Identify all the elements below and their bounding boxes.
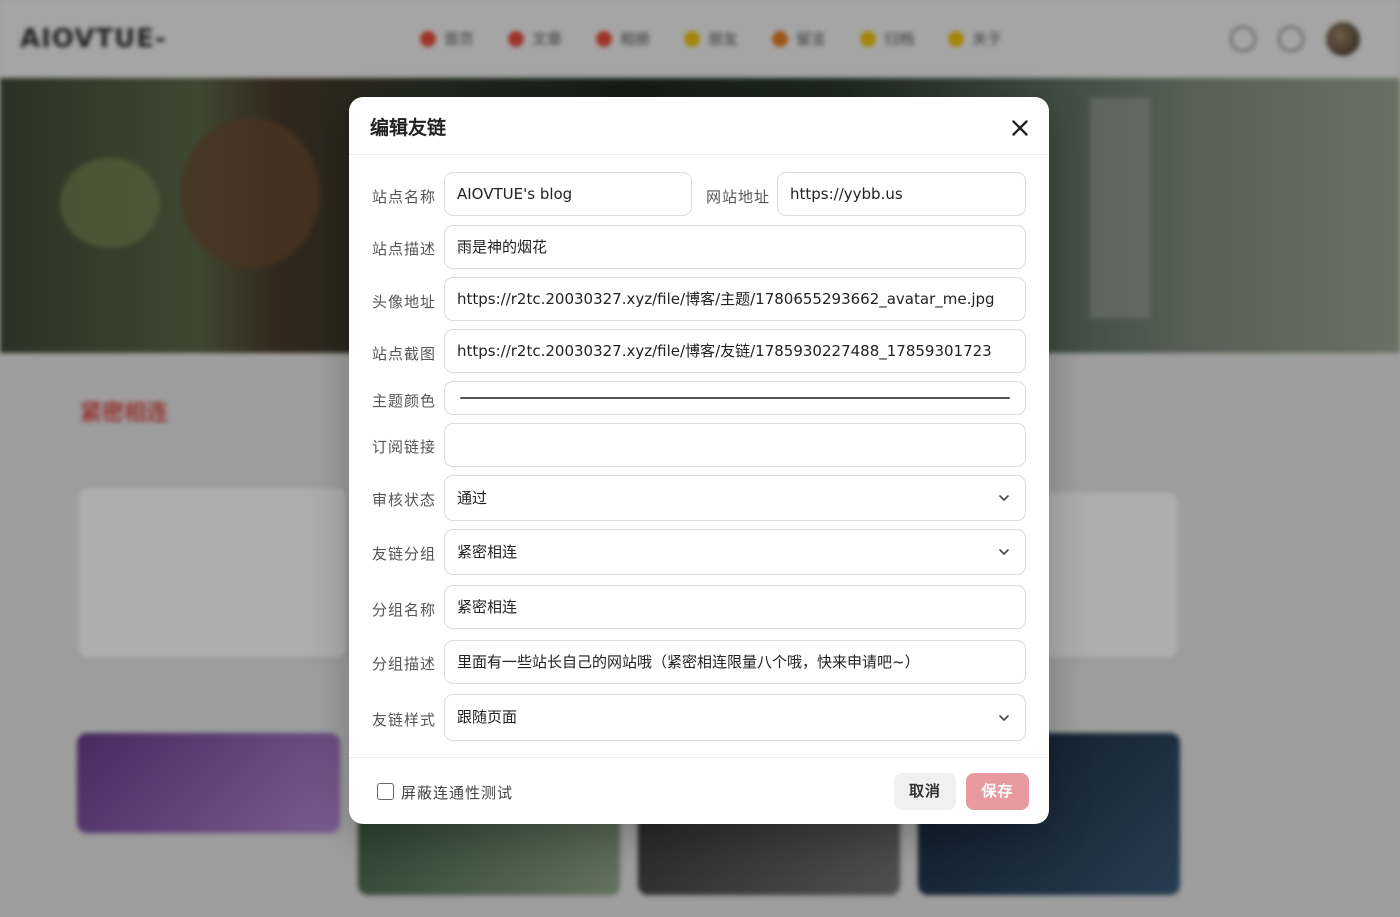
close-button[interactable]	[1007, 115, 1033, 141]
site-name-input[interactable]: AIOVTUE's blog	[444, 172, 692, 216]
dialog-header: 编辑友链	[349, 97, 1049, 155]
dialog-footer: 屏蔽连通性测试 取消 保存	[349, 757, 1049, 824]
link-style-value: 跟随页面	[457, 708, 518, 726]
rss-url-input[interactable]	[444, 423, 1026, 467]
chevron-down-icon	[999, 715, 1009, 722]
cancel-button[interactable]: 取消	[894, 773, 956, 810]
close-icon	[1012, 120, 1028, 136]
link-group-select[interactable]: 紧密相连	[444, 529, 1026, 575]
review-status-label: 审核状态	[372, 491, 437, 509]
disable-connectivity-test-checkbox[interactable]	[377, 783, 394, 800]
site-desc-input[interactable]: 雨是神的烟花	[444, 225, 1026, 269]
dialog-title: 编辑友链	[370, 117, 447, 139]
link-style-label: 友链样式	[372, 711, 437, 729]
group-desc-label: 分组描述	[372, 655, 437, 673]
link-group-label: 友链分组	[372, 545, 437, 563]
site-url-input[interactable]: https://yybb.us	[777, 172, 1026, 216]
chevron-down-icon	[999, 495, 1009, 502]
group-name-label: 分组名称	[372, 601, 437, 619]
link-style-select[interactable]: 跟随页面	[444, 694, 1026, 741]
review-status-value: 通过	[457, 489, 488, 507]
site-desc-label: 站点描述	[372, 240, 437, 258]
avatar-url-label: 头像地址	[372, 293, 437, 311]
edit-friend-link-dialog: 编辑友链 站点名称 AIOVTUE's blog 网站地址 https://yy…	[349, 97, 1049, 824]
rss-url-label: 订阅链接	[372, 438, 437, 456]
avatar-url-input[interactable]: https://r2tc.20030327.xyz/file/博客/主题/178…	[444, 277, 1026, 321]
theme-color-label: 主题颜色	[372, 392, 437, 410]
group-desc-input[interactable]: 里面有一些站长自己的网站哦（紧密相连限量八个哦，快来申请吧~）	[444, 640, 1026, 684]
site-url-label: 网站地址	[706, 188, 771, 206]
review-status-select[interactable]: 通过	[444, 475, 1026, 521]
screenshot-url-label: 站点截图	[372, 345, 437, 363]
screenshot-url-input[interactable]: https://r2tc.20030327.xyz/file/博客/友链/178…	[444, 329, 1026, 373]
site-name-label: 站点名称	[372, 188, 437, 206]
group-name-input[interactable]: 紧密相连	[444, 585, 1026, 629]
theme-color-picker[interactable]	[444, 381, 1026, 415]
theme-color-swatch	[460, 397, 1010, 399]
disable-connectivity-test-label[interactable]: 屏蔽连通性测试	[401, 782, 513, 803]
save-button[interactable]: 保存	[966, 773, 1029, 810]
link-group-value: 紧密相连	[457, 543, 518, 561]
chevron-down-icon	[999, 549, 1009, 556]
